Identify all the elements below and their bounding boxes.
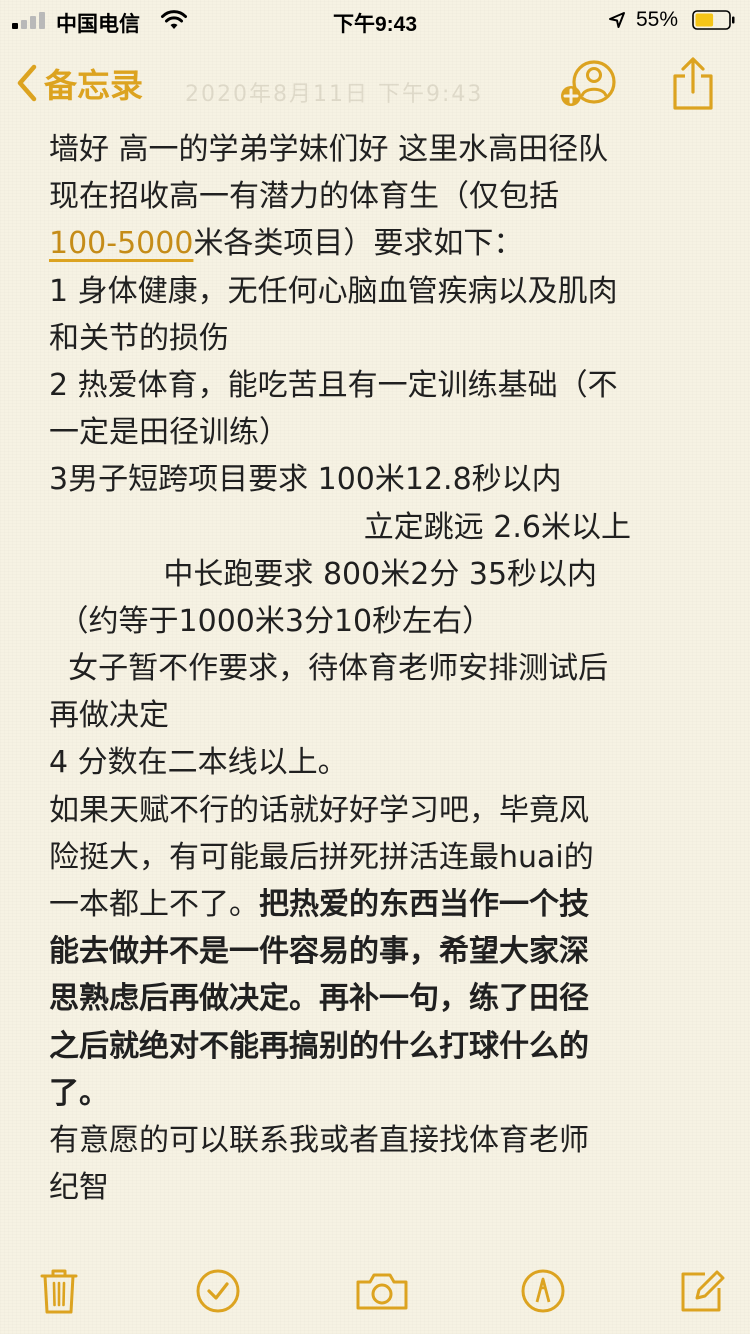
note-line: 和关节的损伤 — [49, 315, 709, 362]
note-line-text: 一定是田径训练） — [49, 415, 289, 451]
note-line: 一本都上不了。把热爱的东西当作一个技 — [49, 881, 709, 928]
add-people-button[interactable] — [558, 60, 618, 110]
number-link[interactable]: 100-5000 — [49, 226, 193, 261]
note-line: 1 身体健康，无任何心脑血管疾病以及肌肉 — [49, 268, 709, 315]
location-arrow-icon — [609, 12, 625, 28]
note-line-text: 再做决定 — [49, 698, 169, 734]
note-line: 险挺大，有可能最后拼死拼活连最huai的 — [49, 834, 709, 881]
note-line: 3男子短跨项目要求 100米12.8秒以内 — [49, 456, 709, 503]
note-line-text: 女子暂不作要求，待体育老师安排测试后 — [49, 651, 609, 687]
bottom-toolbar — [0, 1244, 750, 1334]
note-line: 如果天赋不行的话就好好学习吧，毕竟风 — [49, 787, 709, 834]
compose-icon[interactable] — [677, 1266, 727, 1316]
note-line-text: 墙好 高一的学弟学妹们好 这里水高田径队 — [49, 132, 609, 167]
note-line-text: 米各类项目）要求如下： — [193, 226, 524, 262]
note-line: 4 分数在二本线以上。 — [49, 739, 709, 786]
note-line: 墙好 高一的学弟学妹们好 这里水高田径队 — [49, 126, 709, 173]
note-line-text: 险挺大，有可能最后拼死拼活连最huai的 — [49, 839, 594, 875]
navigation-bar: 备忘录 2020年8月11日 下午9:43 — [0, 50, 750, 120]
note-line: 2 热爱体育，能吃苦且有一定训练基础（不 — [49, 362, 709, 409]
note-line-text: 之后就绝对不能再搞别的什么打球什么的 — [49, 1028, 589, 1064]
note-body[interactable]: 墙好 高一的学弟学妹们好 这里水高田径队 现在招收高一有潜力的体育生（仅包括 100… — [49, 126, 709, 1211]
note-line-text: 思熟虑后再做决定。再补一句，练了田径 — [49, 981, 589, 1017]
note-line: 了。 — [49, 1070, 709, 1117]
note-line: （约等于1000米3分10秒左右） — [49, 598, 709, 645]
note-line-text: 有意愿的可以联系我或者直接找体育老师 — [49, 1122, 589, 1158]
note-line: 100-5000米各类项目）要求如下： — [49, 220, 709, 267]
note-line-text: 能去做并不是一件容易的事，希望大家深 — [49, 934, 589, 970]
note-line-text: 如果天赋不行的话就好好学习吧，毕竟风 — [49, 792, 589, 828]
back-button-label: 备忘录 — [44, 66, 143, 105]
note-line: 之后就绝对不能再搞别的什么打球什么的 — [49, 1023, 709, 1070]
note-line: 有意愿的可以联系我或者直接找体育老师 — [49, 1117, 709, 1164]
note-line-text: 和关节的损伤 — [49, 320, 229, 356]
note-line-text: 立定跳远 2.6米以上 — [49, 509, 631, 545]
note-line: 中长跑要求 800米2分 35秒以内 — [49, 551, 709, 598]
share-icon[interactable] — [668, 56, 718, 112]
back-button[interactable]: 备忘录 — [14, 58, 143, 108]
status-bar: 中国电信 下午9:43 55% — [0, 0, 750, 40]
note-line-text: 了。 — [49, 1075, 109, 1111]
chevron-left-icon — [17, 64, 37, 102]
note-line: 再做决定 — [49, 692, 709, 739]
camera-icon[interactable] — [354, 1266, 410, 1316]
note-line: 能去做并不是一件容易的事，希望大家深 — [49, 928, 709, 975]
note-line-text: 中长跑要求 800米2分 35秒以内 — [49, 556, 598, 592]
note-line: 立定跳远 2.6米以上 — [49, 504, 709, 551]
note-line-text: 纪智 — [49, 1170, 109, 1206]
note-line: 女子暂不作要求，待体育老师安排测试后 — [49, 645, 709, 692]
checklist-icon[interactable] — [193, 1266, 243, 1316]
note-line-text: 4 分数在二本线以上。 — [49, 745, 348, 781]
note-line-text: 2 热爱体育，能吃苦且有一定训练基础（不 — [49, 367, 618, 403]
note-line: 思熟虑后再做决定。再补一句，练了田径 — [49, 975, 709, 1022]
note-line: 纪智 — [49, 1164, 709, 1211]
note-line-text: 3男子短跨项目要求 100米12.8秒以内 — [49, 462, 562, 498]
battery-percentage: 55% — [636, 8, 679, 31]
battery-icon — [692, 10, 735, 30]
markup-icon[interactable] — [518, 1266, 568, 1316]
note-line: 一定是田径训练） — [49, 409, 709, 456]
note-line: 现在招收高一有潜力的体育生（仅包括 — [49, 173, 709, 220]
note-line-text: 现在招收高一有潜力的体育生（仅包括 — [49, 179, 559, 215]
note-date-faded: 2020年8月11日 下午9:43 — [185, 82, 484, 107]
trash-icon[interactable] — [34, 1266, 84, 1316]
note-line-bold-text: 把热爱的东西当作一个技 — [259, 887, 589, 922]
note-line-text: 1 身体健康，无任何心脑血管疾病以及肌肉 — [49, 273, 618, 309]
note-line-text: 一本都上不了。 — [49, 887, 259, 922]
note-line-text: （约等于1000米3分10秒左右） — [49, 603, 493, 639]
